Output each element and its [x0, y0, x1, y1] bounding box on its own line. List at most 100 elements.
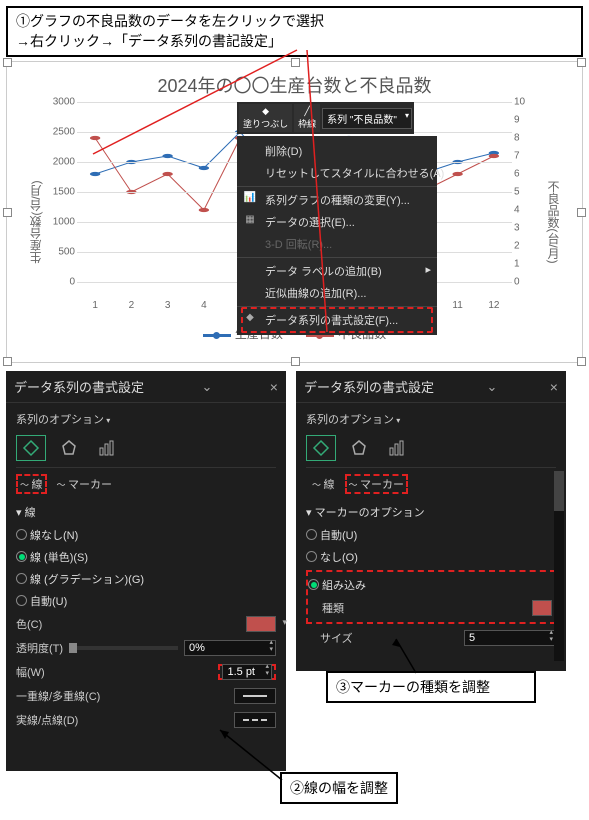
transparency-slider[interactable]: [69, 646, 178, 650]
y-left-tick: 2000: [45, 157, 75, 168]
radio-icon: [16, 595, 27, 606]
width-input[interactable]: 1.5 pt: [222, 664, 272, 680]
y-right-tick: 2: [514, 241, 544, 252]
format-panel-marker: データ系列の書式設定 ⌄ × 系列のオプション 〜 線 〜 マーカー ▾ マーカ…: [296, 371, 566, 671]
paint-bucket-icon: ◆: [262, 106, 269, 117]
radio-icon: [306, 551, 317, 562]
scrollbar[interactable]: [554, 471, 564, 661]
marker-size-input[interactable]: 5: [464, 630, 556, 646]
caret-down-icon[interactable]: ⌄: [201, 379, 212, 395]
context-menu: 削除(D) リセットしてスタイルに合わせる(A) 📊系列グラフの種類の変更(Y)..…: [237, 136, 437, 335]
effects-icon[interactable]: [54, 435, 84, 461]
radio-none[interactable]: 線なし(N): [16, 524, 276, 546]
panel-header: データ系列の書式設定 ⌄ ×: [6, 371, 286, 403]
menu-item-label: データ ラベルの追加(B): [265, 266, 382, 278]
context-menu-item[interactable]: 📊系列グラフの種類の変更(Y)...: [237, 189, 437, 211]
field-marker-size: サイズ 5: [306, 626, 556, 650]
radio-gradient[interactable]: 線 (グラデーション)(G): [16, 568, 276, 590]
section-marker-title: ▾ マーカーのオプション: [306, 500, 556, 524]
marker-type-picker[interactable]: ▾: [532, 600, 552, 616]
fill-line-icon[interactable]: [16, 435, 46, 461]
pen-icon: ╱: [304, 106, 309, 117]
series-options-icon[interactable]: [382, 435, 412, 461]
chart-object[interactable]: 2024年の〇〇生産台数と不良品数 生産台数(台/月) 不良品数(台/月) 05…: [6, 61, 583, 363]
context-menu-item[interactable]: ◆ データ系列の書式設定(F)...: [237, 309, 437, 331]
menu-item-label: リセットしてスタイルに合わせる(A): [265, 168, 444, 180]
radio-marker-builtin[interactable]: 組み込み: [308, 574, 552, 596]
series-options-dropdown[interactable]: 系列のオプション: [16, 409, 276, 429]
panel-body: 系列のオプション 〜 線 〜 マーカー ▾ 線 線なし(N) 線 (単色)(S)…: [6, 403, 286, 738]
caret-down-icon[interactable]: ⌄: [486, 379, 497, 395]
y-left-tick: 0: [45, 277, 75, 288]
outline-button[interactable]: ╱ 枠線: [294, 104, 320, 132]
dash-picker[interactable]: [234, 712, 276, 728]
fill-line-icon[interactable]: [306, 435, 336, 461]
y-right-tick: 9: [514, 115, 544, 126]
radio-marker-none[interactable]: なし(O): [306, 546, 556, 568]
field-width: 幅(W) 1.5 pt: [16, 660, 276, 684]
y-right-ticks: 012345678910: [514, 102, 544, 282]
panel-body: 系列のオプション 〜 線 〜 マーカー ▾ マーカーのオプション 自動(U) な…: [296, 403, 566, 656]
effects-icon[interactable]: [344, 435, 374, 461]
context-menu-item[interactable]: 削除(D): [237, 140, 437, 162]
step3-note: ③マーカーの種類を調整: [326, 671, 536, 703]
radio-solid[interactable]: 線 (単色)(S): [16, 546, 276, 568]
tab-marker[interactable]: 〜 マーカー: [51, 474, 119, 494]
compound-label: 一重線/多重線(C): [16, 688, 100, 704]
y-right-tick: 6: [514, 169, 544, 180]
right-stack: データ系列の書式設定 ⌄ × 系列のオプション 〜 線 〜 マーカー ▾ マーカ…: [296, 371, 583, 671]
series-options-icon[interactable]: [92, 435, 122, 461]
y-left-tick: 1500: [45, 187, 75, 198]
radio-marker-auto[interactable]: 自動(U): [306, 524, 556, 546]
field-compound: 一重線/多重線(C): [16, 684, 276, 708]
field-marker-type: 種類 ▾: [308, 596, 552, 620]
y-right-tick: 7: [514, 151, 544, 162]
step1-text: ①グラフの不良品数のデータを左クリックで選択 →右クリック→「データ系列の書記設…: [16, 13, 324, 49]
tab-line[interactable]: 〜 線: [16, 474, 47, 494]
tabs: 〜 線 〜 マーカー: [306, 468, 556, 500]
context-menu-item[interactable]: リセットしてスタイルに合わせる(A): [237, 162, 437, 184]
menu-item-label: 近似曲線の追加(R)...: [265, 288, 366, 300]
menu-item-label: 系列グラフの種類の変更(Y)...: [265, 195, 410, 207]
panel-title: データ系列の書式設定: [304, 377, 434, 396]
grid-icon: ▦: [243, 214, 257, 228]
context-menu-item[interactable]: ▦データの選択(E)...: [237, 211, 437, 233]
transparency-input[interactable]: 0%: [184, 640, 276, 656]
y-right-tick: 4: [514, 205, 544, 216]
marker-size-label: サイズ: [320, 630, 353, 646]
paint-icon: ◆: [243, 312, 257, 326]
radio-icon: [16, 551, 27, 562]
context-menu-item[interactable]: 近似曲線の追加(R)...: [237, 282, 437, 304]
tabs: 〜 線 〜 マーカー: [16, 468, 276, 500]
blank-icon: [243, 165, 257, 179]
y-left-tick: 2500: [45, 127, 75, 138]
scrollbar-thumb[interactable]: [554, 471, 564, 511]
field-transparency: 透明度(T) 0%: [16, 636, 276, 660]
color-picker[interactable]: [246, 616, 276, 632]
compound-picker[interactable]: [234, 688, 276, 704]
y-right-tick: 3: [514, 223, 544, 234]
context-menu-item[interactable]: データ ラベルの追加(B) ▸: [237, 260, 437, 282]
radio-icon: [16, 529, 27, 540]
tab-marker[interactable]: 〜 マーカー: [345, 474, 409, 494]
close-icon[interactable]: ×: [270, 379, 278, 395]
y-right-tick: 0: [514, 277, 544, 288]
close-icon[interactable]: ×: [550, 379, 558, 395]
marker-type-label: 種類: [322, 600, 344, 616]
menu-item-label: 削除(D): [265, 146, 302, 158]
step1-note: ①グラフの不良品数のデータを左クリックで選択 →右クリック→「データ系列の書記設…: [6, 6, 583, 57]
series-dropdown[interactable]: 系列 "不良品数": [322, 108, 412, 129]
menu-item-label: データ系列の書式設定(F)...: [265, 315, 398, 327]
submenu-arrow-icon: ▸: [425, 263, 431, 276]
y1-axis-label: 生産台数(台/月): [27, 181, 44, 264]
tab-line[interactable]: 〜 線: [306, 474, 341, 494]
field-dash: 実線/点線(D): [16, 708, 276, 732]
y2-axis-label: 不良品数(台/月): [545, 181, 562, 264]
fill-button[interactable]: ◆ 塗りつぶし: [239, 104, 292, 132]
step2-note: ②線の幅を調整: [280, 772, 398, 804]
radio-auto[interactable]: 自動(U): [16, 590, 276, 612]
series-options-dropdown[interactable]: 系列のオプション: [306, 409, 556, 429]
y-right-tick: 10: [514, 97, 544, 108]
blank-icon: [243, 236, 257, 250]
panel-header: データ系列の書式設定 ⌄ ×: [296, 371, 566, 403]
